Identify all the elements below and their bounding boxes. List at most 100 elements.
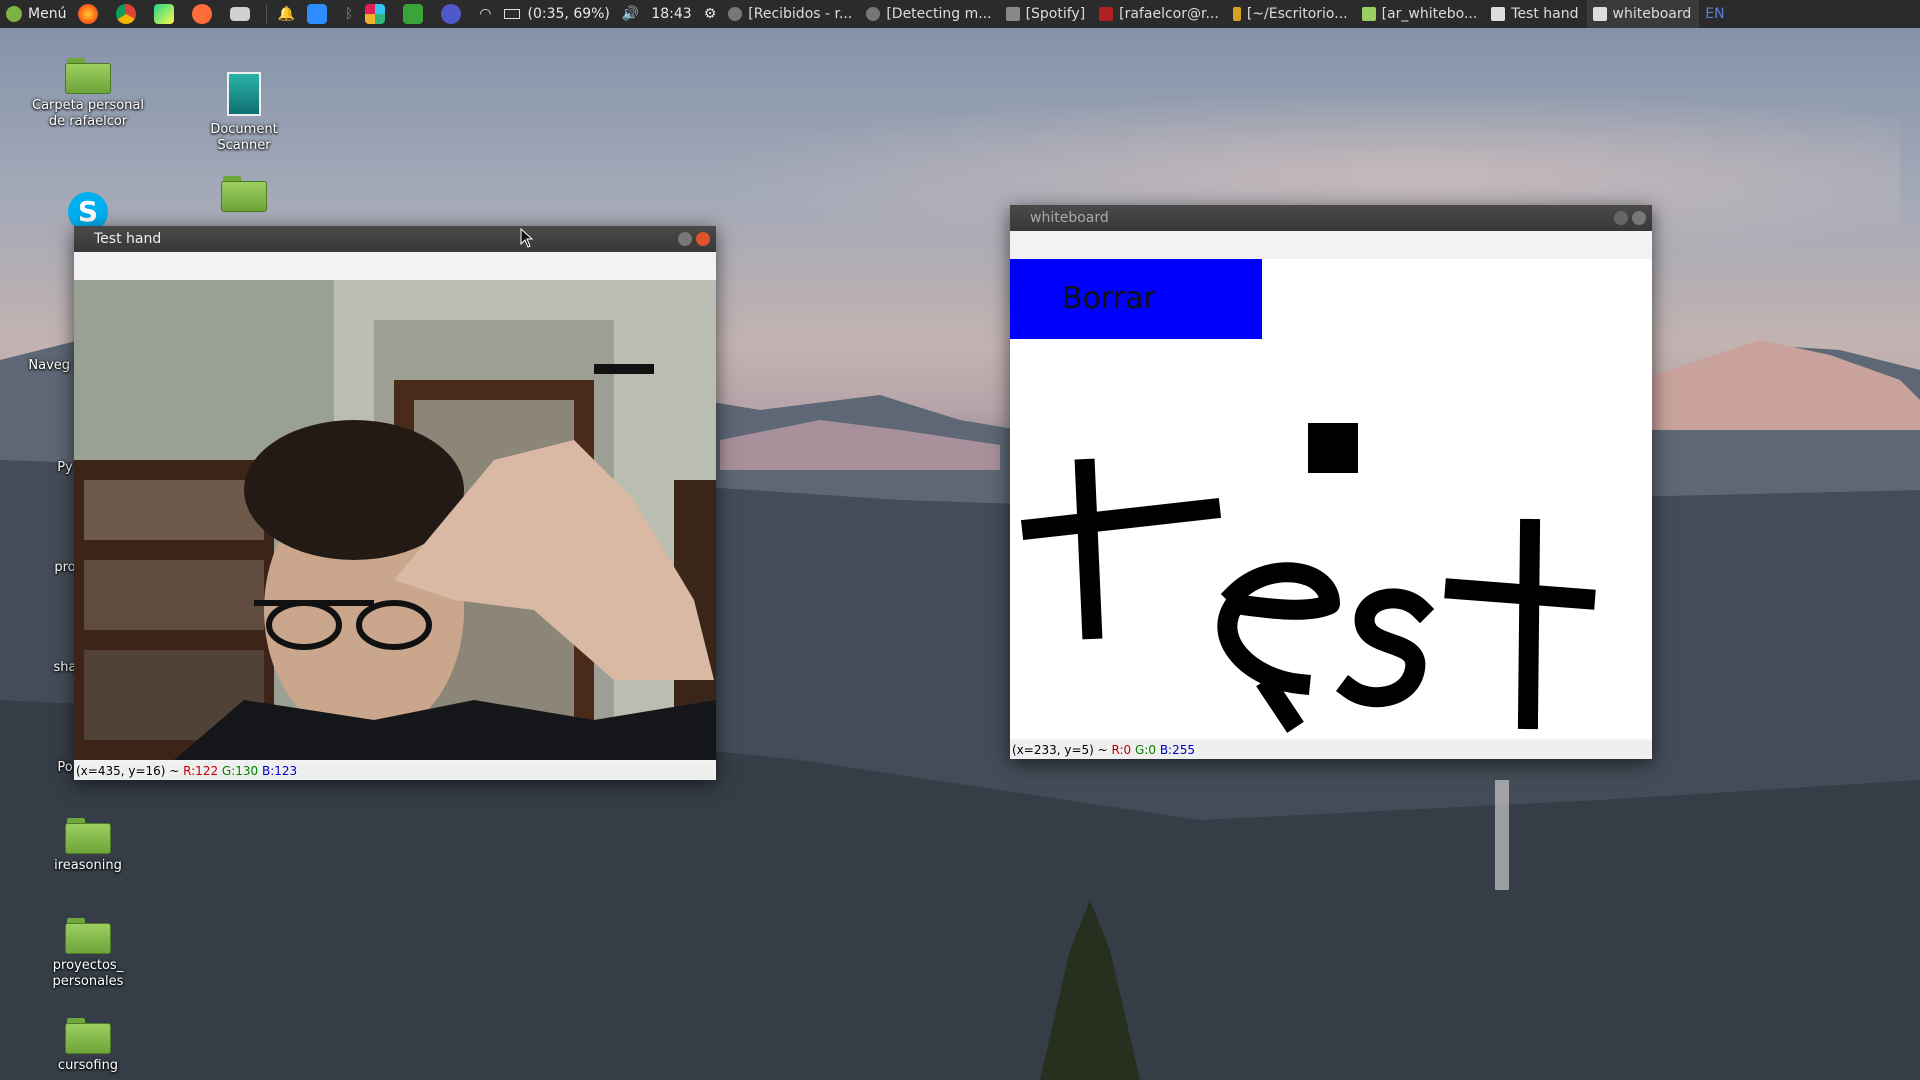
editor-icon [1232,7,1241,21]
teams-icon [441,4,462,24]
task-terminal[interactable]: [rafaelcor@r... [1093,0,1227,28]
status-b: B:123 [262,764,298,778]
task-detecting[interactable]: [Detecting m... [860,0,999,28]
pycharm-icon [154,4,175,24]
desktop-icon-folder[interactable] [184,176,304,216]
test-hand-titlebar[interactable]: Test hand [74,226,716,252]
panel-separator [266,5,268,23]
tray-teams[interactable] [435,0,473,28]
status-g: G:130 [221,764,259,778]
window-title: Test hand [94,231,162,247]
wifi-icon: ◠ [479,6,492,22]
task-test-hand[interactable]: Test hand [1485,0,1586,28]
clock[interactable]: 18:43 [645,0,697,28]
menu-label: Menú [28,6,67,22]
desktop-icon-ireasoning[interactable]: ireasoning [28,818,148,874]
folder-icon [65,1018,111,1054]
tray-slack[interactable] [359,0,397,28]
launcher-pycharm[interactable] [148,0,186,28]
chrome-icon [728,7,743,21]
terminal-icon [1099,7,1114,21]
battery-icon [503,9,520,19]
chrome-icon [116,4,137,24]
status-b: B:255 [1159,743,1196,757]
tray-settings[interactable]: ⚙ [698,0,723,28]
toolbar-area [74,252,716,280]
desktop-icon-label: proyectos_ personales [52,958,124,989]
status-g: G:0 [1135,743,1156,757]
tray-notifications[interactable]: 🔔 [271,0,300,28]
mint-logo-icon [6,6,22,22]
folder-icon [65,918,111,954]
desktop-icon-proyectos[interactable]: proyectos_ personales [28,918,148,990]
status-coords: (x=435, y=16) ~ [76,764,184,778]
status-coords: (x=233, y=5) ~ [1012,743,1112,757]
menu-button[interactable]: Menú [0,0,72,28]
tray-battery[interactable]: (0:35, 69%) [498,0,616,28]
bluetooth-icon: ᛒ [344,6,354,22]
desktop-icon-label: Document Scanner [210,122,278,153]
tray-check[interactable] [397,0,435,28]
desktop-icon-label: ireasoning [54,858,122,873]
whiteboard-statusbar: (x=233, y=5) ~ R:0 G:0 B:255 [1010,741,1652,759]
tray-bluetooth[interactable]: ᛒ [339,0,359,28]
close-button[interactable] [696,232,710,246]
whiteboard-canvas[interactable]: Borrar [1010,259,1652,739]
folder-icon [65,818,111,854]
battery-label: (0:35, 69%) [527,6,610,22]
tray-zoom[interactable] [301,0,339,28]
volume-icon: 🔊 [621,6,640,22]
task-whiteboard[interactable]: whiteboard [1586,0,1700,28]
close-button[interactable] [1632,211,1646,225]
task-editor[interactable]: [~/Escritorio... [1227,0,1356,28]
minimize-button[interactable] [1614,211,1628,225]
status-r: R:122 [183,764,219,778]
whiteboard-window[interactable]: whiteboard Borrar (x=233, y=5) ~ R:0 G:0… [1010,205,1652,759]
clock-label: 18:43 [651,6,692,22]
bell-icon: 🔔 [277,6,295,22]
window-icon [1005,7,1020,21]
keyboard-layout[interactable]: EN [1699,0,1730,28]
desktop-icon-label: cursofing [57,1058,119,1073]
status-r: R:0 [1111,743,1132,757]
slack-icon [365,4,386,24]
desktop-icon-document-scanner[interactable]: Document Scanner [184,72,304,154]
desktop-icon-home[interactable]: Carpeta personal de rafaelcor [28,58,148,130]
task-folder[interactable]: [ar_whitebo... [1356,0,1486,28]
launcher-printer[interactable] [224,0,262,28]
task-label: [Detecting m... [886,6,992,22]
firefox-icon [78,4,99,24]
test-hand-window[interactable]: Test hand (x=435, y=16) ~ R:122 G:130 B:… [74,226,716,780]
folder-icon [221,176,267,212]
task-label: [Recibidos - r... [748,6,853,22]
task-spotify[interactable]: [Spotify] [1000,0,1094,28]
top-panel: Menú 🔔 ᛒ ◠ (0:35, 69%) 🔊 18:43 ⚙ [Recibi… [0,0,1920,28]
camera-image [74,280,716,760]
minimize-button[interactable] [678,232,692,246]
desktop-icon-cursofing[interactable]: cursofing [28,1018,148,1074]
desktop-icon-label: Carpeta personal de rafaelcor [32,98,144,129]
home-folder-icon [65,58,111,94]
camera-feed [74,280,716,760]
folder-icon [1361,7,1376,21]
task-gmail[interactable]: [Recibidos - r... [722,0,860,28]
toolbar-area [1010,231,1652,259]
task-label: Test hand [1511,6,1579,22]
chrome-icon [866,7,881,21]
task-label: [ar_whitebo... [1381,6,1478,22]
task-label: [rafaelcor@r... [1119,6,1219,22]
launcher-firefox[interactable] [72,0,110,28]
launcher-chrome[interactable] [110,0,148,28]
mouse-cursor-icon [520,228,534,248]
scanner-icon [227,72,261,116]
whiteboard-titlebar[interactable]: whiteboard [1010,205,1652,231]
checkmark-icon [403,4,424,24]
launcher-postman[interactable] [186,0,224,28]
window-title: whiteboard [1030,210,1109,226]
handwritten-drawing [1020,423,1596,733]
tray-volume[interactable]: 🔊 [616,0,645,28]
keyboard-label: EN [1705,6,1725,22]
tray-wifi[interactable]: ◠ [473,0,497,28]
window-icon [1592,7,1607,21]
test-hand-statusbar: (x=435, y=16) ~ R:122 G:130 B:123 [74,762,716,780]
